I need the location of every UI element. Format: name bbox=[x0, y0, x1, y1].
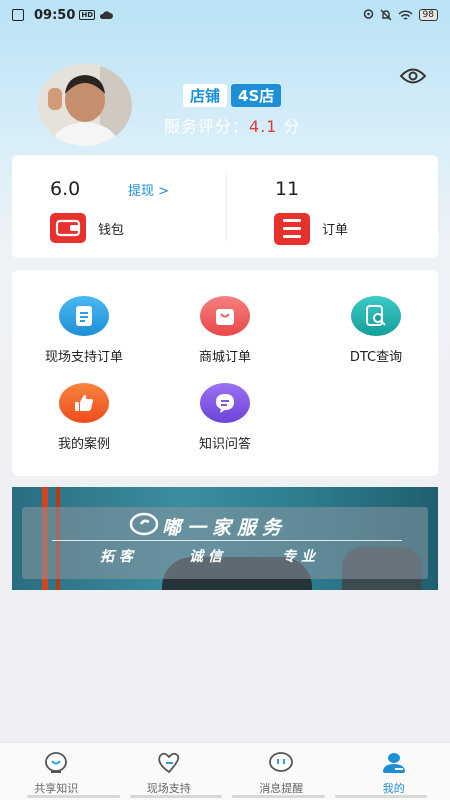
nav-indicator bbox=[27, 795, 427, 798]
score-unit: 分 bbox=[277, 117, 301, 136]
grid-label: 现场支持订单 bbox=[44, 350, 123, 365]
location-icon bbox=[363, 8, 373, 19]
wifi-icon bbox=[398, 9, 413, 20]
nav-label: 我的 bbox=[382, 782, 405, 795]
nav-mine[interactable]: 我的 bbox=[338, 743, 450, 800]
banner-divider bbox=[52, 540, 402, 541]
chat-bubble-icon bbox=[200, 383, 250, 423]
hd-badge: HD bbox=[79, 10, 96, 20]
wallet-label[interactable]: 钱包 bbox=[98, 219, 124, 238]
nav-shared-knowledge[interactable]: 共享知识 bbox=[0, 743, 113, 800]
orders-icon[interactable] bbox=[274, 213, 310, 245]
store-tag: 店铺 bbox=[183, 84, 228, 107]
my-cases-button[interactable]: 我的案例 bbox=[19, 383, 149, 452]
orders-label[interactable]: 订单 bbox=[322, 219, 348, 238]
mall-orders-button[interactable]: 商城订单 bbox=[160, 296, 290, 365]
banner-slogan: 拓客 bbox=[100, 549, 138, 565]
cloud-icon bbox=[100, 11, 114, 19]
eye-icon[interactable] bbox=[399, 66, 427, 86]
service-score: 服务评分：4.1 分 bbox=[164, 113, 301, 137]
mute-icon bbox=[380, 9, 392, 21]
banner-title: 嘟一家服务 bbox=[162, 517, 288, 539]
lightbulb-icon bbox=[41, 751, 71, 775]
bottom-nav: 共享知识 现场支持 消息提醒 我的 bbox=[0, 742, 450, 800]
nav-label: 现场支持 bbox=[146, 782, 191, 795]
screenshot-notification-icon bbox=[12, 9, 24, 21]
store-type-tag: 4S店 bbox=[231, 84, 282, 107]
nav-label: 消息提醒 bbox=[259, 782, 304, 795]
knowledge-qa-button[interactable]: 知识问答 bbox=[160, 383, 290, 452]
status-bar: 09:50 HD 98 bbox=[0, 0, 450, 30]
avatar[interactable] bbox=[38, 64, 132, 146]
nav-messages[interactable]: 消息提醒 bbox=[225, 743, 338, 800]
score-label: 服务评分： bbox=[164, 117, 250, 136]
banner-slogan: 诚信 bbox=[189, 549, 227, 565]
document-icon bbox=[59, 296, 109, 336]
thumbs-up-icon bbox=[59, 383, 109, 423]
grid-label: DTC查询 bbox=[349, 350, 403, 365]
orders-count: 11 bbox=[275, 178, 300, 200]
battery-level: 98 bbox=[418, 9, 438, 21]
grid-label: 我的案例 bbox=[57, 437, 110, 452]
dtc-query-button[interactable]: DTC查询 bbox=[311, 296, 441, 365]
stats-divider bbox=[226, 173, 227, 241]
shopping-bag-icon bbox=[200, 296, 250, 336]
grid-label: 知识问答 bbox=[198, 437, 251, 452]
status-time: 09:50 bbox=[34, 7, 76, 23]
nav-label: 共享知识 bbox=[34, 782, 79, 795]
heart-icon bbox=[154, 751, 184, 775]
avatar-photo bbox=[38, 64, 132, 146]
brand-logo-icon bbox=[129, 512, 159, 536]
nav-onsite-support[interactable]: 现场支持 bbox=[113, 743, 226, 800]
store-tags: 店铺 4S店 bbox=[183, 84, 282, 107]
person-icon bbox=[379, 751, 409, 775]
search-doc-icon bbox=[351, 296, 401, 336]
message-icon bbox=[266, 751, 296, 775]
grid-label: 商城订单 bbox=[198, 350, 251, 365]
onsite-support-orders-button[interactable]: 现场支持订单 bbox=[19, 296, 149, 365]
stats-card: 6.0 提现 > 钱包 11 订单 bbox=[12, 155, 438, 258]
wallet-icon[interactable] bbox=[50, 213, 86, 243]
banner-slogan: 专业 bbox=[282, 549, 320, 565]
promo-banner[interactable]: 嘟一家服务 拓客 诚信 专业 bbox=[12, 487, 438, 590]
wallet-balance: 6.0 bbox=[50, 178, 81, 200]
function-grid: 现场支持订单 商城订单 DTC查询 我的案例 知识问答 bbox=[12, 270, 438, 476]
score-value: 4.1 bbox=[249, 117, 278, 136]
withdraw-link[interactable]: 提现 > bbox=[128, 180, 169, 199]
